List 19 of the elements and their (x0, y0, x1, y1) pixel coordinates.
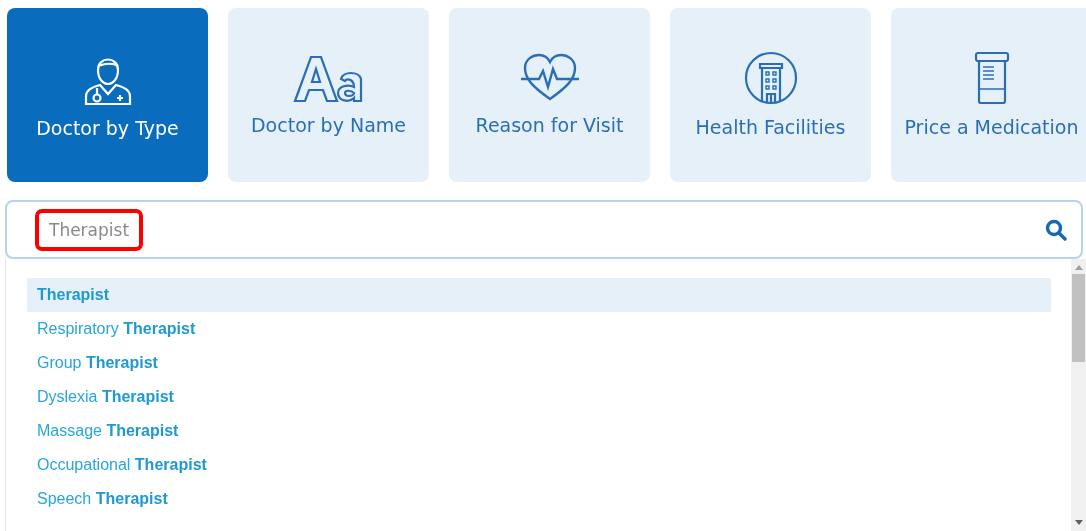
search-text: Therapist (35, 208, 144, 251)
suggestion-item[interactable]: Therapist (27, 278, 1051, 312)
suggestion-item[interactable]: Occupational Therapist (27, 448, 1051, 482)
category-tab[interactable]: Health Facilities (670, 8, 871, 182)
suggestion-item[interactable]: Massage Therapist (27, 414, 1051, 448)
pill-bottle-icon (973, 50, 1010, 105)
suggestion-item[interactable]: Respiratory Therapist (27, 312, 1051, 346)
category-tab[interactable]: Price a Medication (891, 8, 1086, 182)
category-tab[interactable]: Doctor by Name (228, 8, 429, 182)
suggestion-item[interactable]: Group Therapist (27, 346, 1051, 380)
category-tab[interactable]: Reason for Visit (449, 8, 650, 182)
category-tab[interactable]: Doctor by Type (7, 8, 208, 182)
scrollbar[interactable] (1071, 259, 1086, 531)
heartbeat-icon (520, 52, 579, 103)
suggestion-item[interactable]: Speech Therapist (27, 482, 1051, 516)
search-field[interactable]: Therapist (5, 200, 1083, 259)
search-icon[interactable] (1045, 218, 1067, 241)
building-icon (743, 50, 798, 105)
suggestion-item[interactable]: Dyslexia Therapist (27, 380, 1051, 414)
